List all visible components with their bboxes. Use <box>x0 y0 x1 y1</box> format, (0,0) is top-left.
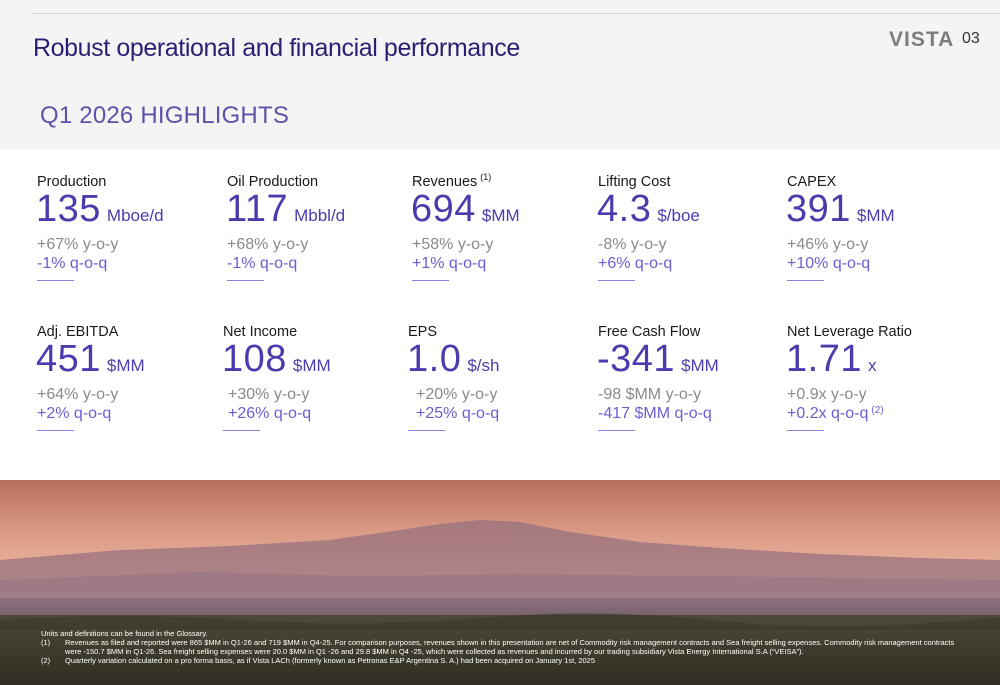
metric-underline <box>787 430 824 431</box>
metric-yoy: +46% y-o-y <box>787 236 869 253</box>
metric-oil-production: Oil Production 117 Mbbl/d +68% y-o-y -1% … <box>226 172 402 297</box>
metric-value: 694 <box>411 188 476 230</box>
metric-free-cash-flow: Free Cash Flow -341 $MM -98 $MM y-o-y -41… <box>597 322 773 447</box>
top-divider <box>32 13 1000 14</box>
metric-qoq: +2% q-o-q <box>37 405 112 422</box>
metric-unit: $MM <box>481 206 520 225</box>
metric-yoy: +58% y-o-y <box>412 236 494 253</box>
metric-unit: $MM <box>106 356 145 375</box>
metric-yoy: +64% y-o-y <box>37 386 119 403</box>
metric-net-leverage-ratio: Net Leverage Ratio 1.71 x +0.9x y-o-y +0.… <box>786 322 962 447</box>
metric-underline <box>598 430 635 431</box>
metric-value: 117 <box>226 188 289 230</box>
metric-unit: $MM <box>292 356 331 375</box>
metric-underline <box>412 280 449 281</box>
section-title: Q1 2026 HIGHLIGHTS <box>40 102 290 129</box>
metric-qoq: +1% q-o-q <box>412 255 487 272</box>
metric-capex: CAPEX 391 $MM +46% y-o-y +10% q-o-q <box>786 172 962 297</box>
brand-logo: VISTA <box>889 28 955 51</box>
metric-unit: $/sh <box>467 356 500 375</box>
metric-yoy: +67% y-o-y <box>37 236 119 253</box>
metric-yoy: +30% y-o-y <box>228 386 310 403</box>
metric-underline <box>787 280 824 281</box>
metric-underline <box>223 430 260 431</box>
metric-net-income: Net Income 108 $MM +30% y-o-y +26% q-o-q <box>222 322 398 447</box>
metric-value: 451 <box>36 338 101 380</box>
footnote-item: (2) Quarterly variation calculated on a … <box>41 656 961 665</box>
metric-underline <box>598 280 635 281</box>
metric-value: 135 <box>36 188 101 230</box>
metric-qoq-footnote-ref: (2) <box>871 405 884 416</box>
footnote-text: Quarterly variation calculated on a pro … <box>65 656 596 665</box>
metric-underline <box>37 430 74 431</box>
metric-unit: x <box>867 356 877 375</box>
metric-qoq: +10% q-o-q <box>787 255 871 272</box>
metric-qoq: +0.2x q-o-q <box>787 405 869 422</box>
metric-underline <box>227 280 264 281</box>
metric-yoy: -8% y-o-y <box>598 236 667 253</box>
metric-qoq: +25% q-o-q <box>416 405 500 422</box>
footnote-intro: Units and definitions can be found in th… <box>41 629 208 638</box>
metric-revenues: Revenues (1) 694 $MM +58% y-o-y +1% q-o-q <box>411 172 587 297</box>
metric-underline <box>37 280 74 281</box>
metric-qoq: +26% q-o-q <box>228 405 312 422</box>
metric-underline <box>408 430 445 431</box>
metric-value: 1.0 <box>407 338 462 380</box>
metric-unit: Mboe/d <box>106 206 164 225</box>
metric-unit: $MM <box>681 356 719 375</box>
metric-yoy: +68% y-o-y <box>227 236 309 253</box>
footnotes: Units and definitions can be found in th… <box>41 629 961 665</box>
footnote-item: (1) Revenues as filed and reported were … <box>41 638 961 656</box>
metric-unit: Mbbl/d <box>294 206 346 225</box>
metric-lifting-cost: Lifting Cost 4.3 $/boe -8% y-o-y +6% q-o-… <box>597 172 773 297</box>
metric-value: 391 <box>786 188 851 230</box>
footnote-number: (1) <box>41 638 51 647</box>
metric-value: 108 <box>222 338 287 380</box>
metric-yoy: -98 $MM y-o-y <box>598 386 702 403</box>
footnote-number: (2) <box>41 656 51 665</box>
footnote-text: Revenues as filed and reported were 865 … <box>65 638 955 656</box>
metric-adj-ebitda: Adj. EBITDA 451 $MM +64% y-o-y +2% q-o-q <box>36 322 212 447</box>
metric-yoy: +0.9x y-o-y <box>787 386 867 403</box>
metric-qoq: +6% q-o-q <box>598 255 673 272</box>
metric-qoq: -417 $MM q-o-q <box>598 405 712 422</box>
metric-value: 1.71 <box>786 338 862 380</box>
metric-unit: $MM <box>856 206 895 225</box>
metric-yoy: +20% y-o-y <box>416 386 498 403</box>
page-title: Robust operational and financial perform… <box>33 34 520 62</box>
metric-value: -341 <box>597 338 676 380</box>
metric-eps: EPS 1.0 $/sh +20% y-o-y +25% q-o-q <box>407 322 583 447</box>
metric-qoq: -1% q-o-q <box>37 255 108 272</box>
metric-value: 4.3 <box>597 188 652 230</box>
metric-unit: $/boe <box>657 206 700 225</box>
metric-production: Production 135 Mboe/d +67% y-o-y -1% q-o-… <box>36 172 212 297</box>
metric-qoq: -1% q-o-q <box>227 255 298 272</box>
page-number: 03 <box>962 30 980 47</box>
metric-footnote-ref: (1) <box>480 172 492 182</box>
